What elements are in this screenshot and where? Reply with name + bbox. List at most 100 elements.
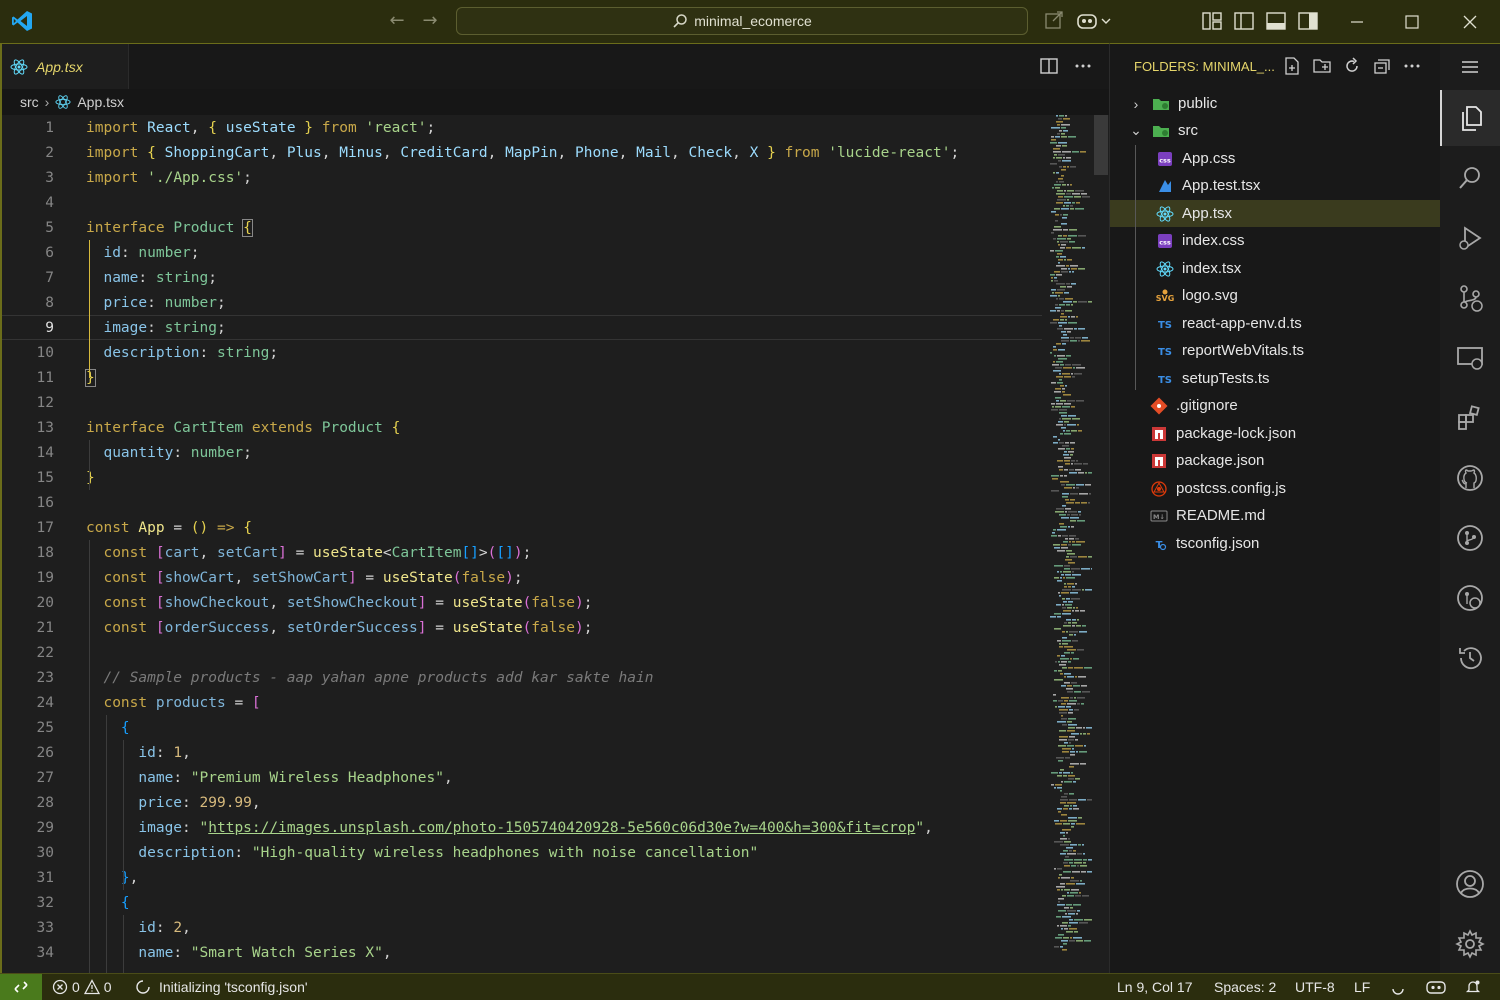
code-line[interactable]: 31 }, xyxy=(2,865,1042,890)
collapse-all-icon[interactable] xyxy=(1372,56,1392,76)
tree-file[interactable]: package.json xyxy=(1110,447,1441,474)
timeline-icon[interactable] xyxy=(1440,630,1500,686)
breadcrumb-folder[interactable]: src xyxy=(20,94,39,110)
notifications-icon[interactable] xyxy=(1465,979,1481,995)
minimap[interactable] xyxy=(1048,115,1094,955)
tree-folder[interactable]: ⌄ src xyxy=(1110,117,1441,144)
more-actions-icon[interactable] xyxy=(1402,56,1422,76)
extensions-icon[interactable] xyxy=(1440,390,1500,446)
toggle-panel-icon[interactable] xyxy=(1265,10,1287,32)
settings-gear-icon[interactable] xyxy=(1440,916,1500,972)
problems-indicator[interactable]: 0 0 xyxy=(52,979,112,995)
chevron-down-icon[interactable]: ⌄ xyxy=(1128,122,1144,139)
tree-file[interactable]: css index.css xyxy=(1110,227,1441,254)
code-line[interactable]: 21 const [orderSuccess, setOrderSuccess]… xyxy=(2,615,1042,640)
code-line[interactable]: 5 interface Product { xyxy=(2,215,1042,240)
code-line[interactable]: 24 const products = [ xyxy=(2,690,1042,715)
tree-file[interactable]: TS setupTests.ts xyxy=(1110,365,1441,392)
code-line[interactable]: 3 import './App.css'; xyxy=(2,165,1042,190)
code-line[interactable]: 20 const [showCheckout, setShowCheckout]… xyxy=(2,590,1042,615)
breadcrumb-file[interactable]: App.tsx xyxy=(77,94,124,110)
sync-icon[interactable] xyxy=(1390,979,1406,995)
remote-explorer-icon[interactable] xyxy=(1440,330,1500,386)
code-line[interactable]: 23 // Sample products - aap yahan apne p… xyxy=(2,665,1042,690)
code-line[interactable]: 14 quantity: number; xyxy=(2,440,1042,465)
search-icon[interactable] xyxy=(1440,150,1500,206)
tree-file[interactable]: App.tsx xyxy=(1110,200,1441,227)
git-graph-icon[interactable] xyxy=(1440,510,1500,566)
close-icon[interactable] xyxy=(1456,8,1484,36)
tree-file[interactable]: index.tsx xyxy=(1110,255,1441,282)
code-line[interactable]: 11} xyxy=(2,365,1042,390)
code-line[interactable]: 2 import { ShoppingCart, Plus, Minus, Cre… xyxy=(2,140,1042,165)
code-line[interactable]: 25 { xyxy=(2,715,1042,740)
customize-layout-icon[interactable] xyxy=(1201,10,1223,32)
cursor-position[interactable]: Ln 9, Col 17 xyxy=(1117,979,1193,995)
tree-file[interactable]: package-lock.json xyxy=(1110,420,1441,447)
code-line[interactable]: 26 id: 1, xyxy=(2,740,1042,765)
tab-app-tsx[interactable]: App.tsx xyxy=(2,44,129,89)
command-center-search[interactable]: minimal_ecomerce xyxy=(456,7,1028,35)
new-folder-icon[interactable] xyxy=(1312,56,1332,76)
code-line[interactable]: 27 name: "Premium Wireless Headphones", xyxy=(2,765,1042,790)
chevron-right-icon[interactable]: › xyxy=(1128,96,1144,112)
code-line[interactable]: 12 xyxy=(2,390,1042,415)
code-line[interactable]: 32 { xyxy=(2,890,1042,915)
tree-file[interactable]: TS react-app-env.d.ts xyxy=(1110,310,1441,337)
tree-folder[interactable]: › public xyxy=(1110,90,1441,117)
github-icon[interactable] xyxy=(1440,450,1500,506)
menu-icon[interactable] xyxy=(1440,44,1500,90)
maximize-icon[interactable] xyxy=(1398,8,1426,36)
code-line[interactable]: 34 name: "Smart Watch Series X", xyxy=(2,940,1042,965)
code-line[interactable]: 18 const [cart, setCart] = useState<Cart… xyxy=(2,540,1042,565)
new-file-icon[interactable] xyxy=(1282,56,1302,76)
code-line[interactable]: 1 import React, { useState } from 'react'… xyxy=(2,115,1042,140)
code-line[interactable]: 9 image: string; xyxy=(2,315,1042,340)
toggle-secondary-sidebar-icon[interactable] xyxy=(1297,10,1319,32)
tree-file[interactable]: SVG logo.svg xyxy=(1110,282,1441,309)
tree-file[interactable]: postcss.config.js xyxy=(1110,475,1441,502)
code-line[interactable]: 29 image: "https://images.unsplash.com/p… xyxy=(2,815,1042,840)
eol[interactable]: LF xyxy=(1354,979,1370,995)
language-status[interactable]: Initializing 'tsconfig.json' xyxy=(135,979,308,995)
code-line[interactable]: 22 xyxy=(2,640,1042,665)
code-line[interactable]: 6 id: number; xyxy=(2,240,1042,265)
open-external-icon[interactable] xyxy=(1043,10,1065,32)
copilot-icon[interactable] xyxy=(1076,10,1114,32)
tree-file[interactable]: .gitignore xyxy=(1110,392,1441,419)
tree-file[interactable]: TS reportWebVitals.ts xyxy=(1110,337,1441,364)
tree-file[interactable]: App.test.tsx xyxy=(1110,172,1441,199)
code-line[interactable]: 28 price: 299.99, xyxy=(2,790,1042,815)
remote-indicator[interactable] xyxy=(0,973,42,1000)
split-editor-icon[interactable] xyxy=(1039,56,1059,76)
code-line[interactable]: 19 const [showCart, setShowCart] = useSt… xyxy=(2,565,1042,590)
more-actions-icon[interactable] xyxy=(1073,56,1093,76)
code-line[interactable]: 8 price: number; xyxy=(2,290,1042,315)
tree-file[interactable]: Ttsconfig.json xyxy=(1110,530,1441,557)
code-editor[interactable]: 1 import React, { useState } from 'react'… xyxy=(2,115,1042,973)
toggle-primary-sidebar-icon[interactable] xyxy=(1233,10,1255,32)
code-line[interactable]: 16 xyxy=(2,490,1042,515)
editor-scrollbar[interactable] xyxy=(1094,115,1108,175)
forward-icon[interactable]: → xyxy=(419,10,441,32)
accounts-icon[interactable] xyxy=(1440,856,1500,912)
code-line[interactable]: 15} xyxy=(2,465,1042,490)
refresh-icon[interactable] xyxy=(1342,56,1362,76)
code-line[interactable]: 10 description: string; xyxy=(2,340,1042,365)
code-line[interactable]: 7 name: string; xyxy=(2,265,1042,290)
code-line[interactable]: 4 xyxy=(2,190,1042,215)
tree-file[interactable]: css App.css xyxy=(1110,145,1441,172)
code-line[interactable]: 17 const App = () => { xyxy=(2,515,1042,540)
source-control-icon[interactable] xyxy=(1440,270,1500,326)
encoding[interactable]: UTF-8 xyxy=(1295,979,1335,995)
tree-file[interactable]: M↓ README.md xyxy=(1110,502,1441,529)
code-line[interactable]: 33 id: 2, xyxy=(2,915,1042,940)
gitlens-icon[interactable] xyxy=(1440,570,1500,626)
minimize-icon[interactable] xyxy=(1343,8,1371,36)
indentation[interactable]: Spaces: 2 xyxy=(1214,979,1276,995)
back-icon[interactable]: ← xyxy=(386,10,408,32)
code-line[interactable]: 13 interface CartItem extends Product { xyxy=(2,415,1042,440)
code-line[interactable]: 30 description: "High-quality wireless h… xyxy=(2,840,1042,865)
copilot-status-icon[interactable] xyxy=(1426,979,1446,995)
explorer-icon[interactable] xyxy=(1440,90,1500,146)
